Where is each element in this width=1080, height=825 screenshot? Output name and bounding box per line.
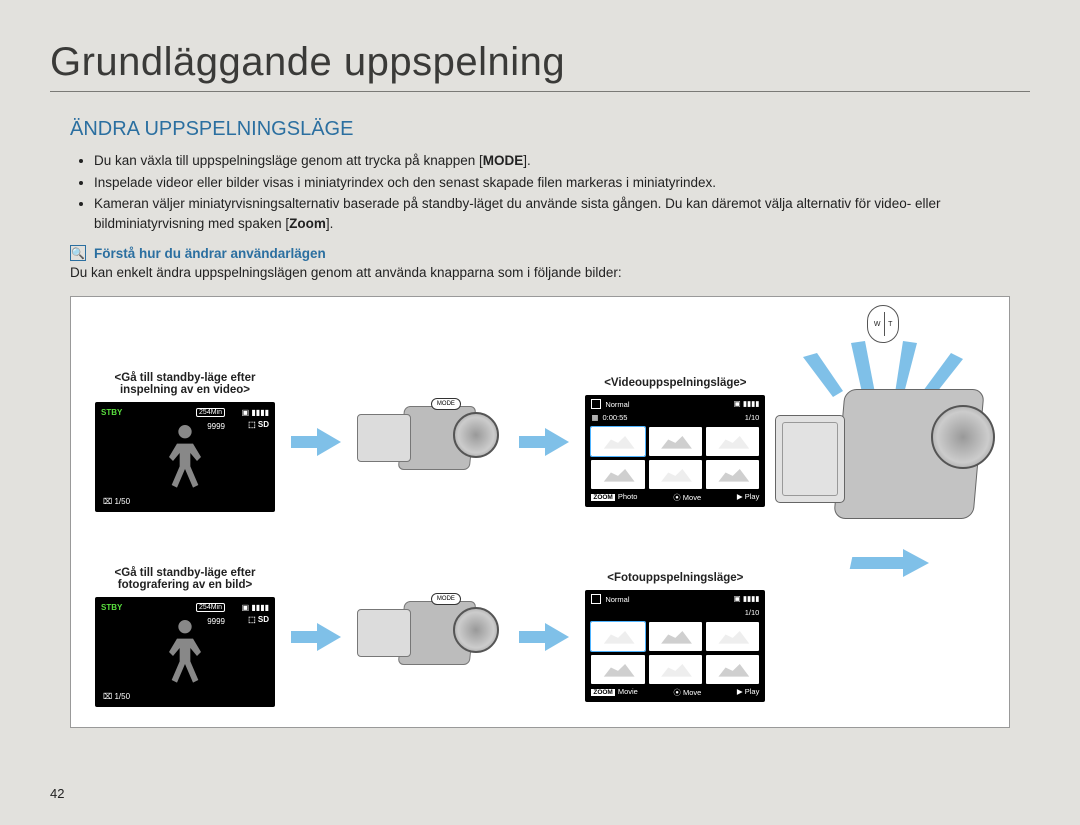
bullet-item: Du kan växla till uppspelningsläge genom… (94, 151, 1010, 171)
section-title: ÄNDRA UPPSPELNINGSLÄGE (70, 118, 1010, 141)
thumbnail (649, 655, 702, 684)
move-icon: ⦿ (673, 493, 681, 502)
move-icon: ⦿ (673, 688, 681, 697)
mode-box-icon (591, 399, 601, 409)
thumbnail (591, 427, 644, 456)
sd-icon: ⬚ SD (248, 615, 269, 624)
pb-bottom-mid: Move (683, 493, 701, 502)
camcorder-icon: MODE (357, 392, 502, 492)
pb-bottom-left: Movie (618, 687, 638, 696)
arrow-icon (519, 428, 569, 456)
arrow-icon (291, 428, 341, 456)
thumbnail-grid (591, 427, 759, 489)
arrow-icon (519, 623, 569, 651)
bullet-item: Kameran väljer miniatyrvisningsalternati… (94, 194, 1010, 233)
lcd-minutes: 254Min (196, 603, 225, 612)
thumbnail (591, 622, 644, 651)
standby-lcd-video: STBY 254Min ▣ ▮▮▮▮ 9999 ⬚ SD ⌧ 1/50 (95, 402, 275, 512)
pb-fraction: 1/10 (745, 608, 760, 617)
thumbnail (706, 427, 759, 456)
battery-icon: ▣ ▮▮▮▮ (242, 408, 269, 417)
bullet-text: Du kan växla till uppspelningsläge genom… (94, 153, 483, 168)
video-playback-caption: <Videouppspelningsläge> (585, 377, 765, 389)
pb-mode: Normal (605, 400, 629, 409)
figure-row-video: <Gå till standby-läge efter inspelning a… (95, 315, 985, 569)
lcd-status: STBY (101, 603, 122, 612)
playback-lcd-photo: Normal ▣ ▮▮▮▮ 1/10 ZOOMMovie ⦿ Move (585, 590, 765, 702)
duration-box-icon: ▦ (591, 413, 598, 422)
camcorder-icon: MODE (357, 587, 502, 687)
bullet-item: Inspelade videor eller bilder visas i mi… (94, 173, 1010, 193)
page-number: 42 (50, 786, 64, 801)
zoom-badge: ZOOM (591, 689, 615, 696)
bullet-text: ]. (523, 153, 531, 168)
arrow-icon (291, 623, 341, 651)
thumbnail (649, 460, 702, 489)
pb-bottom-right: Play (745, 492, 760, 501)
pb-mode: Normal (605, 595, 629, 604)
battery-icon: ▣ ▮▮▮▮ (734, 594, 760, 603)
pb-bottom-left: Photo (618, 492, 638, 501)
thumbnail-grid (591, 622, 759, 684)
bullet-bold: MODE (483, 153, 524, 168)
thumbnail (706, 460, 759, 489)
thumbnail (649, 427, 702, 456)
hint-text: Du kan enkelt ändra uppspelningslägen ge… (70, 265, 1010, 280)
lcd-bottom-left: ⌧ 1/50 (103, 692, 130, 701)
thumbnail (591, 655, 644, 684)
bullet-text: Inspelade videor eller bilder visas i mi… (94, 175, 716, 190)
skater-icon (155, 417, 215, 497)
pb-duration: 0:00:55 (602, 413, 627, 422)
mode-box-icon (591, 594, 601, 604)
photo-playback-caption: <Fotouppspelningsläge> (585, 572, 765, 584)
sd-icon: ⬚ SD (248, 420, 269, 429)
hint-title: Förstå hur du ändrar användarlägen (94, 246, 326, 261)
playback-lcd-video: Normal ▣ ▮▮▮▮ ▦ 0:00:55 1/10 ZOOMPhoto (585, 395, 765, 507)
pb-fraction: 1/10 (745, 413, 760, 422)
pb-bottom-right: Play (745, 687, 760, 696)
bullet-list: Du kan växla till uppspelningsläge genom… (70, 151, 1010, 233)
lcd-minutes: 254Min (196, 408, 225, 417)
camcorder-large: W T (781, 309, 985, 569)
page-title: Grundläggande uppspelning (50, 40, 1030, 92)
lcd-bottom-left: ⌧ 1/50 (103, 497, 130, 506)
thumbnail (706, 655, 759, 684)
figure-row-photo: <Gå till standby-läge efter fotograferin… (95, 567, 985, 707)
zoom-badge: ZOOM (591, 494, 615, 501)
zoom-w-label: W (874, 321, 881, 328)
mode-button-label: MODE (431, 593, 461, 605)
pb-bottom-mid: Move (683, 688, 701, 697)
play-icon: ▶ (737, 492, 743, 501)
standby-lcd-photo: STBY 254Min ▣ ▮▮▮▮ 9999 ⬚ SD ⌧ 1/50 (95, 597, 275, 707)
bullet-text: Kameran väljer miniatyrvisningsalternati… (94, 196, 940, 231)
thumbnail (649, 622, 702, 651)
bullet-text: ]. (326, 216, 334, 231)
zoom-t-label: T (888, 321, 892, 328)
mode-button-label: MODE (431, 398, 461, 410)
thumbnail (706, 622, 759, 651)
play-icon: ▶ (737, 687, 743, 696)
arrow-icon (851, 547, 941, 577)
battery-icon: ▣ ▮▮▮▮ (242, 603, 269, 612)
thumbnail (591, 460, 644, 489)
photo-standby-caption: <Gå till standby-läge efter fotograferin… (95, 567, 275, 591)
figure-box: <Gå till standby-läge efter inspelning a… (70, 296, 1010, 728)
battery-icon: ▣ ▮▮▮▮ (734, 399, 760, 408)
magnifier-icon: 🔍 (70, 245, 86, 261)
bullet-bold: Zoom (289, 216, 326, 231)
video-standby-caption: <Gå till standby-läge efter inspelning a… (95, 372, 275, 396)
skater-icon (155, 612, 215, 692)
lcd-status: STBY (101, 408, 122, 417)
